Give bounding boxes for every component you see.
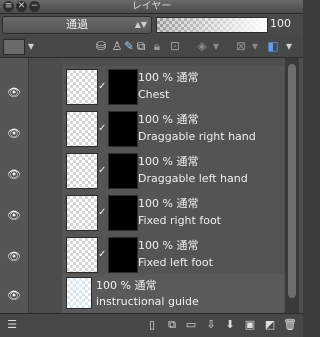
layer-thumbnail (66, 277, 92, 309)
layer-name: instructional guide (96, 295, 199, 308)
layer-mask-thumbnail (108, 195, 138, 231)
layer-row[interactable]: ✓ 100 % 通常 Draggable left hand (62, 150, 284, 193)
layer-row-guide[interactable]: 100 % 通常 instructional guide (62, 274, 284, 313)
chevron-down-icon[interactable]: ▾ (283, 38, 295, 54)
visibility-column: 👁︎ 👁︎ 👁︎ 👁︎ 👁︎ 👁︎ (0, 58, 29, 313)
blend-mode-select[interactable]: 通過 ▲▼ (2, 16, 152, 34)
layer-name: Fixed right foot (138, 214, 221, 227)
layer-output-icon[interactable]: ◧ (265, 38, 281, 54)
new-raster-layer-icon[interactable]: ▯ (144, 317, 160, 333)
opacity-slider[interactable] (156, 17, 268, 33)
eye-icon[interactable]: 👁︎ (6, 128, 22, 139)
checkmark-icon: ✓ (98, 249, 107, 260)
layer-mask-thumbnail (108, 153, 138, 189)
layer-name: Draggable left hand (138, 172, 248, 185)
eye-icon[interactable]: 👁︎ (6, 87, 22, 98)
blend-mode-value: 通過 (66, 18, 88, 31)
layer-color-swatch[interactable] (3, 39, 25, 55)
chevron-down-icon[interactable]: ▾ (26, 38, 36, 54)
opacity-value[interactable]: 100 (270, 17, 291, 31)
panel-title: レイヤー (131, 1, 172, 12)
layer-list-scrollbar[interactable] (285, 58, 299, 313)
checkmark-icon: ✓ (98, 165, 107, 176)
chevron-down-icon: ▲▼ (134, 20, 147, 29)
new-folder-icon[interactable]: ▭ (183, 317, 199, 333)
mask-enable-icon[interactable]: ◈ (193, 38, 211, 54)
layer-thumbnail (66, 69, 98, 105)
layer-mask-thumbnail (108, 237, 138, 273)
reference-layer-icon[interactable]: ⛁ (93, 38, 109, 54)
layer-actions-bar: ☰ ▯ ⧉ ▭ ⇩ ⬇ ▣ ◩ 🗑︎ (0, 313, 303, 337)
layer-color-icon[interactable]: ✎ (123, 38, 135, 54)
layer-row[interactable]: ✓ 100 % 通常 Chest (62, 66, 284, 109)
eye-icon[interactable]: 👁︎ (6, 169, 22, 180)
layer-mode: 100 % 通常 (96, 279, 157, 292)
trash-icon[interactable]: 🗑︎ (282, 317, 298, 333)
panel-titlebar: ≡ ✕ − レイヤー (0, 0, 303, 14)
layer-row[interactable]: ✓ 100 % 通常 Fixed left foot (62, 234, 284, 277)
transfer-down-icon[interactable]: ⇩ (203, 317, 219, 333)
new-vector-layer-icon[interactable]: ⧉ (164, 317, 180, 333)
layer-list: 👁︎ 👁︎ 👁︎ 👁︎ 👁︎ 👁︎ ✓ 100 % 通常 Chest ✓ 100… (0, 58, 303, 313)
draft-layer-icon[interactable]: ♙ (111, 38, 123, 54)
layer-thumbnail (66, 195, 98, 231)
layer-thumbnail (66, 237, 98, 273)
layer-tools-bar: ▾ ⛁ ♙ ✎ ⧉ 🔒︎ ⊡ ◈ ▾ ⊠ ▾ ◧ ▾ (0, 35, 303, 58)
lock-transparent-icon[interactable]: ⊡ (167, 38, 183, 54)
folder-indent (29, 58, 62, 313)
layer-mask-thumbnail (108, 111, 138, 147)
layer-name: Draggable right hand (138, 130, 256, 143)
layer-mode: 100 % 通常 (138, 113, 199, 126)
checkmark-icon: ✓ (98, 81, 107, 92)
layer-mode: 100 % 通常 (138, 155, 199, 168)
layer-properties-bar: 通過 ▲▼ 100 (0, 14, 303, 35)
checkmark-icon: ✓ (98, 123, 107, 134)
chevron-down-icon[interactable]: ▾ (250, 38, 260, 54)
scrollbar-thumb[interactable] (288, 64, 296, 298)
create-mask-icon[interactable]: ▣ (242, 317, 258, 333)
apply-mask-icon[interactable]: ◩ (262, 317, 278, 333)
chevron-down-icon[interactable]: ▾ (211, 38, 221, 54)
layer-mask-thumbnail (108, 69, 138, 105)
clip-lower-layer-icon[interactable]: ⧉ (135, 38, 147, 54)
eye-icon[interactable]: 👁︎ (6, 290, 22, 301)
ruler-enable-icon[interactable]: ⊠ (232, 38, 250, 54)
checkmark-icon: ✓ (98, 207, 107, 218)
layer-name: Chest (138, 88, 170, 101)
layer-mode: 100 % 通常 (138, 197, 199, 210)
lock-icon[interactable]: 🔒︎ (150, 38, 164, 54)
eye-icon[interactable]: 👁︎ (6, 251, 22, 262)
layer-row[interactable]: ✓ 100 % 通常 Fixed right foot (62, 192, 284, 235)
layer-row[interactable]: ✓ 100 % 通常 Draggable right hand (62, 108, 284, 151)
layer-thumbnail (66, 153, 98, 189)
layer-mode: 100 % 通常 (138, 71, 199, 84)
eye-icon[interactable]: 👁︎ (6, 210, 22, 221)
layer-name: Fixed left foot (138, 256, 213, 269)
layer-mode: 100 % 通常 (138, 239, 199, 252)
layers-menu-icon[interactable]: ☰ (4, 317, 20, 333)
layer-thumbnail (66, 111, 98, 147)
merge-down-icon[interactable]: ⬇ (222, 317, 238, 333)
